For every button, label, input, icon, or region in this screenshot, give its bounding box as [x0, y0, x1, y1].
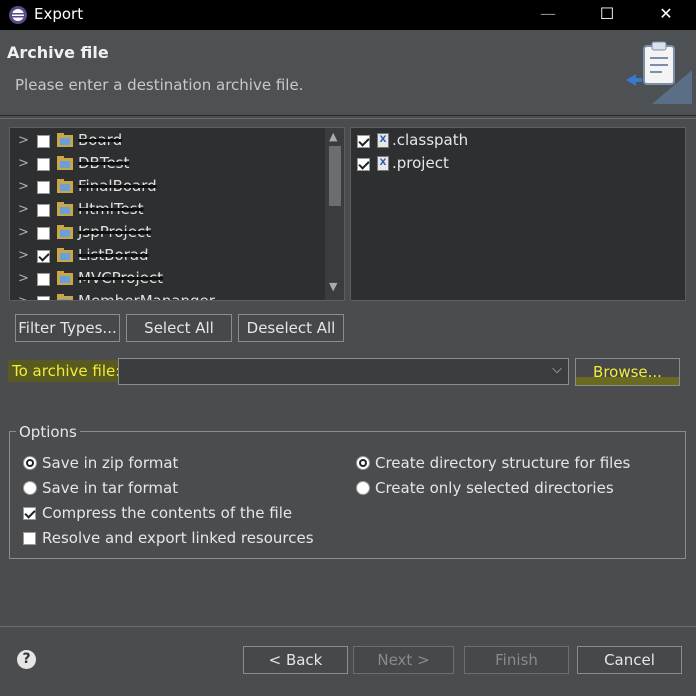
project-folder-icon	[57, 179, 73, 193]
checkbox-icon[interactable]	[23, 507, 36, 520]
file-label: .project	[392, 154, 449, 172]
xml-file-icon: X	[377, 156, 389, 171]
footer-divider	[0, 626, 696, 627]
tree-row[interactable]: > DBTest	[10, 153, 326, 176]
chevron-right-icon[interactable]: >	[18, 179, 29, 194]
project-label: MVCProject	[78, 269, 163, 287]
xml-file-icon: X	[377, 133, 389, 148]
next-button[interactable]: Next >	[353, 646, 454, 674]
tar-format-label: Save in tar format	[42, 479, 179, 497]
file-checkbox[interactable]	[357, 158, 370, 171]
eclipse-icon	[9, 6, 27, 24]
directory-structure-radio[interactable]: Create directory structure for files	[356, 454, 676, 474]
chevron-down-icon[interactable]: ⌵	[552, 362, 562, 377]
compress-checkbox[interactable]: Compress the contents of the file	[23, 504, 323, 524]
export-dialog: Archive file Please enter a destination …	[0, 30, 696, 696]
checkbox-icon[interactable]	[23, 532, 36, 545]
scroll-thumb[interactable]	[329, 146, 341, 206]
file-list[interactable]: X .classpath X .project	[350, 127, 686, 301]
project-label: HtmlTest	[78, 200, 144, 218]
radio-selected-icon[interactable]	[23, 456, 37, 470]
project-label: JspProject	[78, 223, 152, 241]
file-label: .classpath	[392, 131, 469, 149]
project-folder-icon	[57, 294, 73, 300]
chevron-right-icon[interactable]: >	[18, 294, 29, 300]
zip-format-label: Save in zip format	[42, 454, 179, 472]
header-divider	[0, 118, 696, 119]
page-subtitle: Please enter a destination archive file.	[15, 76, 304, 94]
export-archive-icon	[626, 41, 692, 104]
chevron-right-icon[interactable]: >	[18, 271, 29, 286]
project-folder-icon	[57, 133, 73, 147]
project-checkbox[interactable]	[37, 296, 50, 300]
project-checkbox[interactable]	[37, 181, 50, 194]
tree-scrollbar[interactable]: ▲ ▼	[325, 128, 344, 300]
project-label: DBTest	[78, 154, 130, 172]
chevron-right-icon[interactable]: >	[18, 225, 29, 240]
project-folder-icon	[57, 156, 73, 170]
radio-selected-icon[interactable]	[356, 456, 370, 470]
select-all-button[interactable]: Select All	[126, 314, 232, 342]
tree-row[interactable]: > HtmlTest	[10, 199, 326, 222]
project-folder-icon	[57, 271, 73, 285]
scroll-up-icon[interactable]: ▲	[329, 130, 337, 143]
compress-label: Compress the contents of the file	[42, 504, 293, 522]
minimize-icon[interactable]: —	[525, 0, 571, 30]
archive-file-combo[interactable]: ⌵	[118, 358, 569, 385]
chevron-right-icon[interactable]: >	[18, 202, 29, 217]
project-label: ListBorad	[78, 246, 149, 264]
project-checkbox[interactable]	[37, 135, 50, 148]
project-label: FinalBoard	[78, 177, 157, 195]
options-legend: Options	[16, 423, 80, 441]
tree-row[interactable]: > MVCProject	[10, 268, 326, 291]
project-label: MemberMananger	[78, 292, 215, 301]
window-title: Export	[34, 5, 84, 23]
cancel-button[interactable]: Cancel	[577, 646, 682, 674]
project-checkbox[interactable]	[37, 227, 50, 240]
page-title: Archive file	[7, 43, 109, 62]
finish-button[interactable]: Finish	[464, 646, 569, 674]
radio-icon[interactable]	[23, 481, 37, 495]
project-folder-icon	[57, 248, 73, 262]
resolve-linked-label: Resolve and export linked resources	[42, 529, 314, 547]
tree-row[interactable]: > JspProject	[10, 222, 326, 245]
project-checkbox[interactable]	[37, 250, 50, 263]
project-folder-icon	[57, 225, 73, 239]
filter-types-button[interactable]: Filter Types...	[15, 314, 120, 342]
tree-row[interactable]: > ListBorad	[10, 245, 326, 268]
wizard-header: Archive file Please enter a destination …	[0, 30, 696, 116]
project-checkbox[interactable]	[37, 158, 50, 171]
tree-row[interactable]: > MemberMananger	[10, 291, 326, 301]
chevron-right-icon[interactable]: >	[18, 133, 29, 148]
project-folder-icon	[57, 202, 73, 216]
scroll-down-icon[interactable]: ▼	[329, 280, 337, 293]
tree-row[interactable]: > Board	[10, 130, 326, 153]
maximize-icon[interactable]: ☐	[584, 0, 630, 30]
tar-format-radio[interactable]: Save in tar format	[23, 479, 323, 499]
title-bar: Export — ☐ ✕	[0, 0, 696, 30]
project-label: Board	[78, 131, 123, 149]
radio-icon[interactable]	[356, 481, 370, 495]
only-selected-radio[interactable]: Create only selected directories	[356, 479, 676, 499]
resolve-linked-checkbox[interactable]: Resolve and export linked resources	[23, 529, 323, 549]
file-checkbox[interactable]	[357, 135, 370, 148]
tree-row[interactable]: > FinalBoard	[10, 176, 326, 199]
only-selected-label: Create only selected directories	[375, 479, 614, 497]
file-row[interactable]: X .project	[351, 153, 681, 176]
project-checkbox[interactable]	[37, 273, 50, 286]
zip-format-radio[interactable]: Save in zip format	[23, 454, 323, 474]
directory-structure-label: Create directory structure for files	[375, 454, 631, 472]
chevron-right-icon[interactable]: >	[18, 156, 29, 171]
archive-file-label: To archive file:	[8, 360, 125, 382]
project-checkbox[interactable]	[37, 204, 50, 217]
chevron-right-icon[interactable]: >	[18, 248, 29, 263]
project-tree[interactable]: > Board > DBTest > FinalBoard > HtmlTest…	[9, 127, 345, 301]
file-row[interactable]: X .classpath	[351, 130, 681, 153]
close-icon[interactable]: ✕	[643, 0, 689, 30]
browse-button[interactable]: Browse...	[575, 358, 680, 386]
back-button[interactable]: < Back	[243, 646, 348, 674]
deselect-all-button[interactable]: Deselect All	[238, 314, 344, 342]
help-icon[interactable]: ?	[17, 650, 36, 669]
